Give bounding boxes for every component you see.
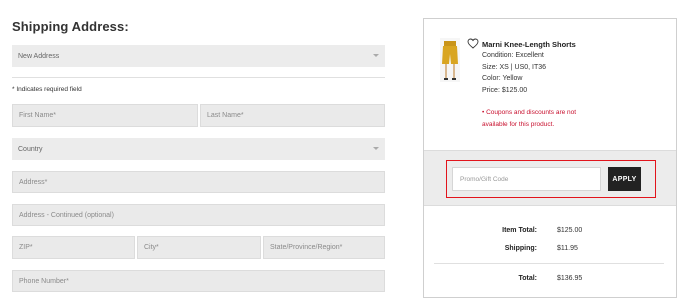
summary-divider bbox=[434, 263, 664, 264]
last-name-field[interactable]: Last Name* bbox=[200, 104, 385, 127]
city-placeholder: City* bbox=[144, 244, 159, 251]
product-price: Price: $125.00 bbox=[482, 87, 528, 94]
coupon-notice-line2: available for this product. bbox=[482, 121, 555, 128]
shipping-label: Shipping: bbox=[504, 245, 537, 252]
apply-button[interactable]: APPLY bbox=[608, 167, 641, 191]
form-divider bbox=[12, 77, 385, 78]
country-select[interactable]: Country bbox=[12, 138, 385, 160]
product-color: Color: Yellow bbox=[482, 75, 523, 82]
city-field[interactable]: City* bbox=[137, 236, 261, 259]
address-continued-placeholder: Address - Continued (optional) bbox=[19, 211, 114, 219]
product-name[interactable]: Marni Knee-Length Shorts bbox=[482, 40, 576, 49]
address-field[interactable]: Address* bbox=[12, 171, 385, 193]
chevron-down-icon bbox=[373, 54, 379, 57]
first-name-field[interactable]: First Name* bbox=[12, 104, 198, 127]
zip-field[interactable]: ZIP* bbox=[12, 236, 135, 259]
phone-field[interactable]: Phone Number* bbox=[12, 270, 385, 292]
last-name-placeholder: Last Name* bbox=[207, 112, 244, 119]
product-image[interactable] bbox=[440, 38, 460, 82]
phone-placeholder: Phone Number* bbox=[19, 277, 69, 285]
state-field[interactable]: State/Province/Region* bbox=[263, 236, 385, 259]
item-total-label: Item Total: bbox=[502, 227, 537, 234]
state-placeholder: State/Province/Region* bbox=[270, 244, 343, 251]
page-title: Shipping Address: bbox=[12, 19, 129, 34]
address-select[interactable]: New Address bbox=[12, 45, 385, 67]
required-note: * Indicates required field bbox=[12, 86, 82, 93]
promo-code-placeholder: Promo/Gift Code bbox=[460, 175, 509, 183]
item-total-value: $125.00 bbox=[557, 227, 583, 234]
address-continued-field[interactable]: Address - Continued (optional) bbox=[12, 204, 385, 226]
zip-placeholder: ZIP* bbox=[19, 244, 33, 251]
total-value: $136.95 bbox=[557, 275, 583, 282]
coupon-notice-line1: • Coupons and discounts are not bbox=[482, 109, 577, 116]
heart-outline-icon[interactable] bbox=[467, 38, 479, 49]
country-select-label: Country bbox=[18, 145, 43, 153]
shipping-value: $11.95 bbox=[557, 245, 578, 252]
address-placeholder: Address* bbox=[19, 178, 48, 186]
promo-code-input[interactable]: Promo/Gift Code bbox=[452, 167, 601, 191]
product-size: Size: XS | US0, IT36 bbox=[482, 64, 547, 71]
address-select-label: New Address bbox=[18, 52, 60, 60]
total-label: Total: bbox=[518, 275, 537, 282]
chevron-down-icon bbox=[373, 147, 379, 150]
first-name-placeholder: First Name* bbox=[19, 112, 56, 119]
product-condition: Condition: Excellent bbox=[482, 52, 544, 59]
